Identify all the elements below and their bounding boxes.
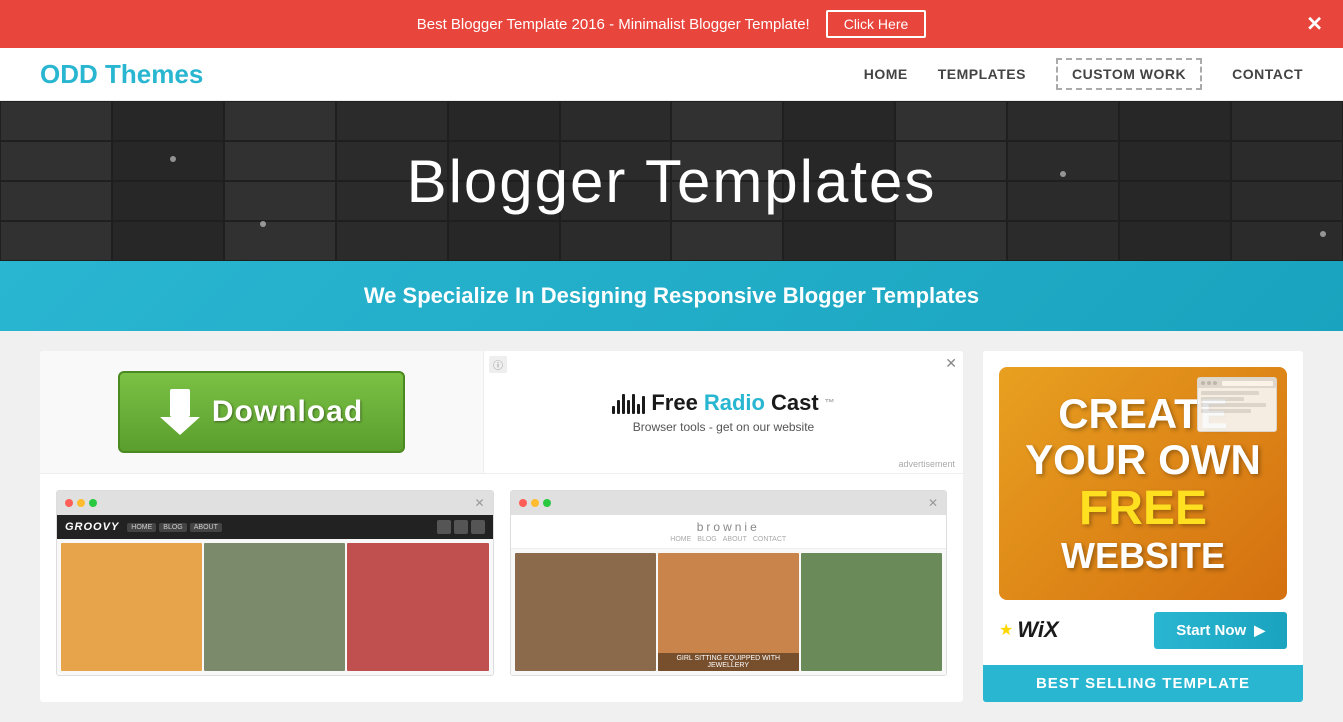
template-previews: ✕ GROOVY HOME BLOG ABOUT: [40, 474, 963, 692]
wix-logo-text: WiX: [1017, 617, 1058, 643]
nav-item-templates[interactable]: TEMPLATES: [938, 66, 1026, 82]
top-banner: Best Blogger Template 2016 - Minimalist …: [0, 0, 1343, 48]
right-column: CREATE YOUR OWN FREE WEBSITE ★ WiX Start…: [983, 351, 1303, 702]
click-here-button[interactable]: Click Here: [826, 10, 927, 38]
browser-toolbar: [1198, 378, 1276, 388]
navigation: HOME TEMPLATES CUSTOM WORK CONTACT: [864, 58, 1303, 90]
nav-item-contact[interactable]: CONTACT: [1232, 66, 1303, 82]
hero-dot: [260, 221, 266, 227]
radio-ad-close-icon[interactable]: ✕: [945, 355, 957, 372]
social-icon: [471, 520, 485, 534]
subheader-text: We Specialize In Designing Responsive Bl…: [40, 283, 1303, 309]
advertisement-label: advertisement: [898, 459, 955, 469]
ad-info-icon: ⓘ: [489, 356, 507, 373]
free-text: Free: [651, 390, 697, 416]
brownie-image-3: [801, 553, 942, 671]
preview-close-icon[interactable]: ✕: [474, 496, 484, 510]
ad-row: Download ⓘ ✕: [40, 351, 963, 474]
hero-dot: [1060, 171, 1066, 177]
close-dot: [65, 499, 73, 507]
banner-close-icon[interactable]: ✕: [1306, 12, 1323, 37]
brownie-title: brownie: [519, 520, 939, 534]
best-selling-label: BEST SELLING TEMPLATE: [999, 675, 1287, 692]
minimize-dot: [77, 499, 85, 507]
browser-dot: [1201, 381, 1205, 385]
browser-dot: [1213, 381, 1217, 385]
preview-close-icon[interactable]: ✕: [928, 496, 938, 510]
maximize-dot: [89, 499, 97, 507]
cast-text: Cast: [771, 390, 819, 416]
nav-item-home[interactable]: HOME: [864, 66, 908, 82]
start-now-label: Start Now: [1176, 622, 1246, 639]
preview-traffic-lights: [519, 499, 551, 507]
browser-mockup: [1197, 377, 1277, 432]
best-selling-banner: BEST SELLING TEMPLATE: [983, 665, 1303, 702]
groovy-image-3: [347, 543, 488, 671]
radio-ad: ⓘ ✕ FreeRadioCast™: [483, 351, 963, 473]
wix-footer: ★ WiX Start Now ▶: [999, 612, 1287, 649]
hero-title: Blogger Templates: [407, 147, 937, 216]
radio-logo: FreeRadioCast™: [612, 390, 834, 416]
hero-dot: [1320, 231, 1326, 237]
download-label: Download: [212, 395, 363, 429]
wix-logo: ★ WiX: [999, 617, 1059, 643]
logo-themes-text: Themes: [105, 59, 203, 89]
download-arrow-icon: [160, 389, 200, 435]
brownie-preview-content: brownie HOME BLOG ABOUT CONTACT GIRL SIT…: [511, 515, 947, 675]
groovy-header: GROOVY HOME BLOG ABOUT: [57, 515, 493, 539]
start-now-button[interactable]: Start Now ▶: [1154, 612, 1287, 649]
brownie-image-1: [515, 553, 656, 671]
nav-item-custom-work[interactable]: CUSTOM WORK: [1056, 58, 1202, 90]
brownie-header: brownie HOME BLOG ABOUT CONTACT: [511, 515, 947, 549]
wix-star-icon: ★: [999, 620, 1013, 640]
groovy-image-2: [204, 543, 345, 671]
template-preview-brownie[interactable]: ✕ brownie HOME BLOG ABOUT CONTACT: [510, 490, 948, 676]
preview-titlebar-brownie: ✕: [511, 491, 947, 515]
groovy-preview-content: GROOVY HOME BLOG ABOUT: [57, 515, 493, 675]
template-preview-groovy[interactable]: ✕ GROOVY HOME BLOG ABOUT: [56, 490, 494, 676]
groovy-images: [57, 539, 493, 675]
banner-text: Best Blogger Template 2016 - Minimalist …: [417, 16, 810, 33]
arrow-right-icon: ▶: [1254, 622, 1265, 639]
close-dot: [519, 499, 527, 507]
groovy-image-1: [61, 543, 202, 671]
radio-ad-content: FreeRadioCast™ Browser tools - get on ou…: [612, 390, 834, 434]
brownie-images: GIRL SITTING EQUIPPED WITH JEWELLERY: [511, 549, 947, 675]
logo-odd: ODD: [40, 59, 98, 89]
groovy-social-icons: [437, 520, 485, 534]
radio-waves-icon: [612, 392, 645, 414]
radio-text: Radio: [704, 390, 765, 416]
brownie-image-2: GIRL SITTING EQUIPPED WITH JEWELLERY: [658, 553, 799, 671]
brownie-caption: GIRL SITTING EQUIPPED WITH JEWELLERY: [658, 653, 799, 671]
hero-section: const grid = document.getElementById('he…: [0, 101, 1343, 261]
logo[interactable]: ODD Themes: [40, 59, 203, 90]
download-ad: Download: [40, 351, 483, 473]
subheader: We Specialize In Designing Responsive Bl…: [0, 261, 1343, 331]
maximize-dot: [543, 499, 551, 507]
brownie-nav: HOME BLOG ABOUT CONTACT: [519, 536, 939, 543]
groovy-nav: HOME BLOG ABOUT: [127, 523, 222, 532]
minimize-dot: [531, 499, 539, 507]
header: ODD Themes HOME TEMPLATES CUSTOM WORK CO…: [0, 48, 1343, 101]
left-column: Download ⓘ ✕: [40, 351, 963, 702]
radio-ad-tagline: Browser tools - get on our website: [612, 420, 834, 434]
social-icon: [437, 520, 451, 534]
hero-dot: [170, 156, 176, 162]
preview-titlebar-groovy: ✕: [57, 491, 493, 515]
browser-content: [1198, 388, 1276, 432]
social-icon: [454, 520, 468, 534]
groovy-title: GROOVY: [65, 521, 119, 533]
browser-dot: [1207, 381, 1211, 385]
download-button[interactable]: Download: [118, 371, 405, 453]
wix-create-banner: CREATE YOUR OWN FREE WEBSITE: [999, 367, 1287, 600]
preview-traffic-lights: [65, 499, 97, 507]
wix-advertisement: CREATE YOUR OWN FREE WEBSITE ★ WiX Start…: [983, 351, 1303, 665]
browser-url-bar: [1222, 381, 1273, 386]
main-content: Download ⓘ ✕: [0, 331, 1343, 722]
